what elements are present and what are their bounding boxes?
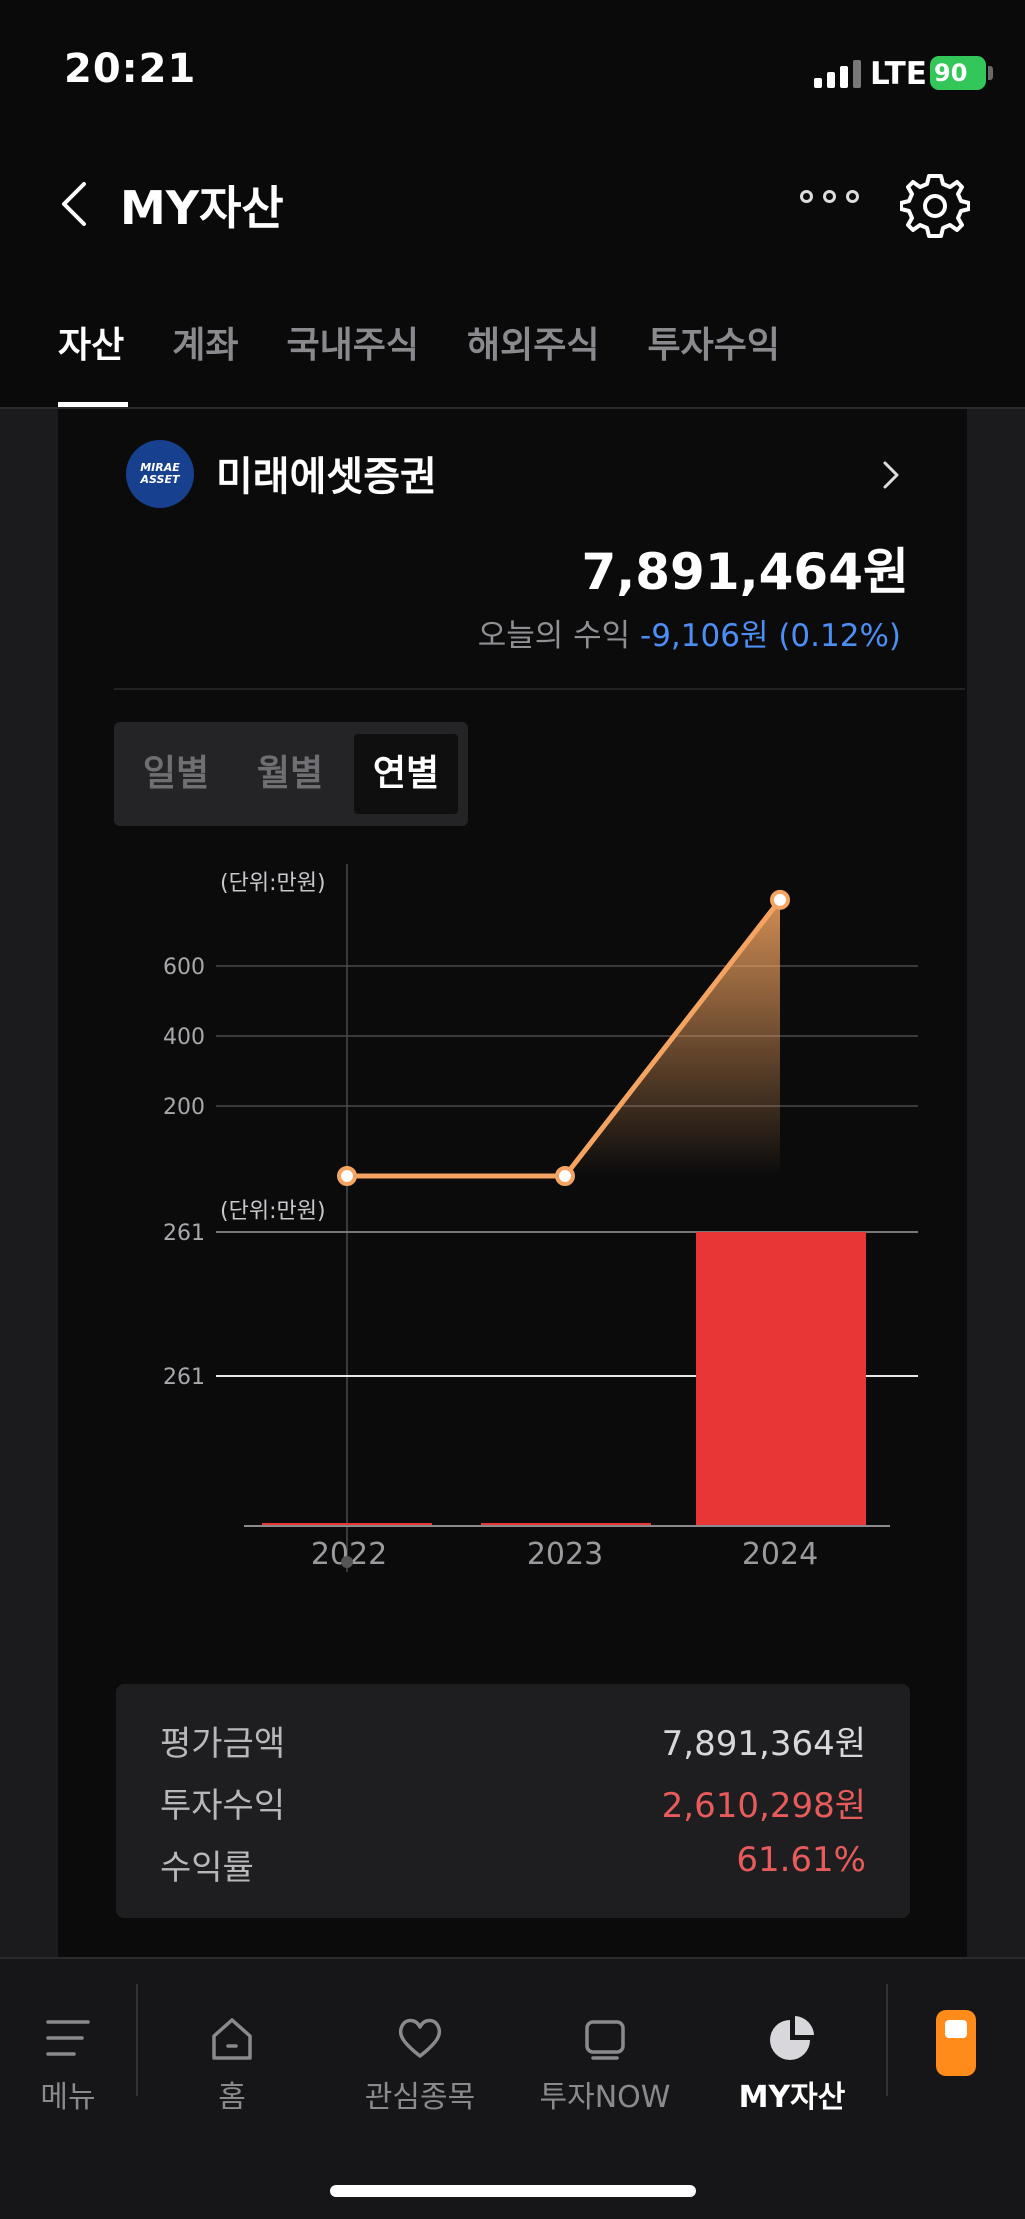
nav-separator — [886, 1984, 888, 2096]
nav-menu[interactable]: 메뉴 — [30, 2012, 106, 2116]
line-chart-grid: 200 400 600 — [163, 955, 918, 1120]
x-axis-labels: 2022 2023 2024 — [311, 1537, 818, 1572]
mirae-asset-logo: MIRAE ASSET — [126, 440, 194, 508]
period-selector: 일별 월별 연별 — [114, 722, 468, 826]
line-chart-area — [337, 889, 790, 1186]
period-yearly[interactable]: 연별 — [354, 734, 458, 814]
x-tick-label: 2024 — [742, 1537, 818, 1572]
summary-value: 2,610,298원 — [661, 1786, 866, 1826]
line-point — [337, 1166, 357, 1186]
line-ytick-label: 600 — [163, 955, 205, 980]
summary-row-profit: 투자수익 2,610,298원 — [160, 1778, 866, 1828]
summary-box: 평가금액 7,891,364원 투자수익 2,610,298원 수익률 61.6… — [116, 1684, 910, 1918]
signal-icon — [814, 60, 861, 88]
chevron-right-icon[interactable] — [880, 458, 902, 492]
tab-domestic-stock[interactable]: 국내주식 — [287, 316, 419, 368]
tab-investment-return[interactable]: 투자수익 — [647, 316, 779, 368]
bar-chart-unit-label: (단위:만원) — [220, 1199, 326, 1224]
period-daily[interactable]: 일별 — [124, 734, 228, 814]
nav-label: MY자산 — [738, 2080, 846, 2115]
summary-label: 수익률 — [160, 1848, 254, 1888]
chart-cursor-dot — [341, 1556, 353, 1568]
asset-chart: (단위:만원) 200400600 (단위:만원) 261261 2022 202… — [163, 864, 918, 1572]
menu-icon — [46, 2020, 90, 2056]
nav-invest-now[interactable]: 투자NOW — [536, 2012, 674, 2116]
nav-label: 관심종목 — [364, 2080, 476, 2115]
network-type: LTE — [870, 56, 927, 92]
period-monthly[interactable]: 월별 — [238, 734, 342, 814]
gear-icon[interactable] — [900, 170, 970, 240]
line-ytick-label: 200 — [163, 1095, 205, 1120]
nav-separator — [136, 1984, 138, 2096]
nav-watchlist[interactable]: 관심종목 — [356, 2012, 484, 2116]
more-icon[interactable] — [800, 190, 859, 203]
nav-label: 메뉴 — [40, 2080, 96, 2115]
broker-name[interactable]: 미래에셋증권 — [216, 444, 437, 502]
pie-chart-icon — [770, 2016, 814, 2060]
home-indicator — [330, 2185, 696, 2197]
page-title: MY자산 — [120, 181, 284, 235]
today-profit-value: -9,106원 (0.12%) — [640, 618, 901, 654]
summary-row-valuation: 평가금액 7,891,364원 — [160, 1716, 866, 1766]
logo-text-line2: ASSET — [140, 473, 180, 486]
battery-icon: 90 — [930, 56, 986, 90]
tab-asset[interactable]: 자산 — [58, 316, 124, 368]
status-time: 20:21 — [64, 46, 197, 92]
battery-level: 90 — [934, 59, 968, 87]
heart-icon — [398, 2018, 442, 2058]
nav-label: 투자NOW — [539, 2080, 671, 2115]
summary-row-return-rate: 수익률 61.61% — [160, 1840, 866, 1890]
nav-my-asset[interactable]: MY자산 — [736, 2012, 848, 2116]
summary-label: 평가금액 — [160, 1724, 286, 1764]
bar — [696, 1232, 866, 1526]
line-ytick-label: 400 — [163, 1025, 205, 1050]
bar-chart-bars — [262, 1232, 866, 1526]
today-profit-label: 오늘의 수익 — [477, 618, 631, 654]
total-asset-value: 7,891,464원 — [581, 543, 909, 601]
bottom-navigation — [0, 1957, 1025, 2219]
summary-value: 7,891,364원 — [661, 1724, 866, 1764]
asset-tabs: 자산 계좌 국내주식 해외주식 투자수익 — [58, 316, 780, 368]
summary-value: 61.61% — [736, 1840, 866, 1880]
nav-label: 홈 — [218, 2080, 246, 2115]
bar-ytick-label: 261 — [163, 1365, 205, 1390]
summary-label: 투자수익 — [160, 1786, 286, 1826]
line-chart-unit-label: (단위:만원) — [220, 871, 326, 896]
line-point — [770, 889, 790, 910]
x-tick-label: 2023 — [527, 1537, 603, 1572]
card-divider — [114, 688, 965, 690]
tab-account[interactable]: 계좌 — [172, 316, 238, 368]
battery-cap — [988, 66, 993, 80]
today-profit: 오늘의 수익 -9,106원 (0.12%) — [478, 610, 901, 655]
bar-ytick-label: 261 — [163, 1221, 205, 1246]
nav-home[interactable]: 홈 — [190, 2012, 274, 2116]
tab-foreign-stock[interactable]: 해외주식 — [467, 316, 599, 368]
app-switch-icon[interactable] — [936, 2010, 976, 2076]
back-chevron-icon[interactable] — [52, 178, 102, 230]
home-icon — [212, 2018, 252, 2060]
tv-icon — [585, 2020, 625, 2060]
line-point — [555, 1166, 575, 1186]
